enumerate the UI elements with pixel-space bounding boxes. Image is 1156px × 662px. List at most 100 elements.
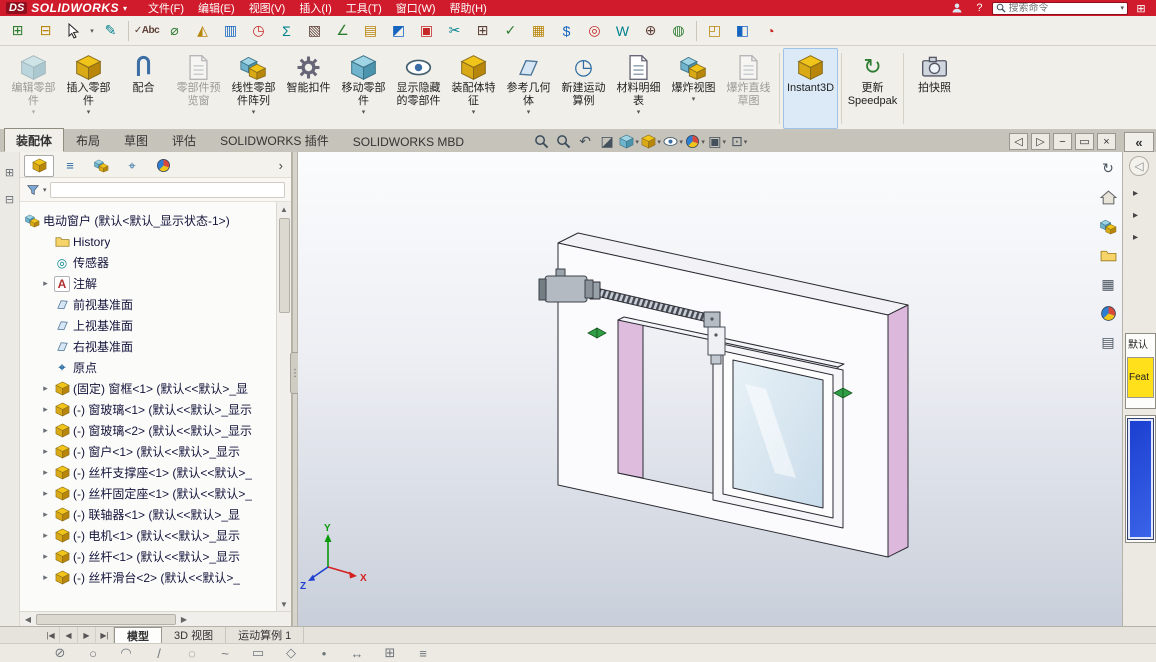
display-style-button[interactable]: ▾ [641, 132, 661, 151]
scrollbar-thumb[interactable] [278, 218, 290, 313]
tree-item-component[interactable]: ▸ (-) 联轴器<1> (默认<<默认>_显 [20, 504, 276, 525]
snap-polygon-icon[interactable]: ◇ [283, 645, 299, 661]
new-motion-study-button[interactable]: ◷ 新建运动算例 [556, 48, 611, 129]
expand-arrow-icon[interactable]: ▸ [40, 404, 51, 415]
split-line-icon[interactable]: ✂ [441, 19, 468, 43]
expand-arrow-icon[interactable]: ▸ [40, 425, 51, 436]
edit-appearance-button[interactable]: ▾ [685, 132, 705, 151]
edit-component-button[interactable]: 编辑零部件 ▾ [6, 48, 61, 129]
menu-view[interactable]: 视图(V) [242, 0, 293, 16]
snap-disable-icon[interactable]: ⊘ [52, 645, 68, 661]
home-icon[interactable] [1098, 187, 1118, 207]
help-icon[interactable]: ? [970, 2, 988, 14]
zoom-fit-button[interactable] [531, 132, 551, 151]
menu-insert[interactable]: 插入(I) [292, 0, 338, 16]
snap-line-icon[interactable]: / [151, 646, 167, 661]
edit-appearance-dropdown-icon[interactable]: ▾ [701, 138, 705, 146]
mass-properties-icon[interactable]: ◭ [189, 19, 216, 43]
menu-edit[interactable]: 编辑(E) [191, 0, 242, 16]
custom-properties-icon[interactable]: ▤ [1098, 332, 1118, 352]
design-checker-icon[interactable]: ▦ [525, 19, 552, 43]
edit-component-dropdown-icon[interactable]: ▾ [32, 108, 36, 117]
snap-dimension-icon[interactable]: ↔ [349, 646, 365, 661]
compare-documents-icon[interactable]: ⊞ [469, 19, 496, 43]
assembly-features-dropdown-icon[interactable]: ▾ [472, 108, 476, 117]
filter-input[interactable] [49, 181, 285, 198]
snap-center-icon[interactable]: ○ [85, 646, 101, 661]
zebra-stripes-icon[interactable]: ▤ [357, 19, 384, 43]
tab-sketch[interactable]: 草图 [112, 128, 160, 152]
snap-grid-icon[interactable]: ⊞ [382, 645, 398, 661]
tab-3d-views[interactable]: 3D 视图 [162, 627, 227, 643]
tree-item-front-plane[interactable]: 前视基准面 [20, 294, 276, 315]
thickness-analysis-icon[interactable]: ▣ [413, 19, 440, 43]
scroll-down-icon[interactable]: ▼ [280, 597, 288, 611]
menu-tools[interactable]: 工具(T) [339, 0, 389, 16]
take-snapshot-button[interactable]: 拍快照 [907, 48, 962, 129]
tab-model[interactable]: 模型 [114, 627, 162, 643]
apply-scene-dropdown-icon[interactable]: ▾ [722, 138, 726, 146]
menu-file[interactable]: 文件(F) [141, 0, 191, 16]
tree-item-component[interactable]: ▸ (-) 窗玻璃<2> (默认<<默认>_显示 [20, 420, 276, 441]
linear-pattern-button[interactable]: 线性零部件阵列 ▾ [226, 48, 281, 129]
section-properties-icon[interactable]: ▥ [217, 19, 244, 43]
doc-forward-button[interactable]: ▷ [1031, 133, 1050, 150]
view-palette-icon[interactable]: ▦ [1098, 274, 1118, 294]
preview-thumbnail[interactable] [1127, 418, 1154, 540]
flyout-chevron-icon[interactable]: ▸ [1133, 232, 1138, 243]
manager-tabs-more-icon[interactable]: › [273, 158, 289, 173]
flyout-chevron-icon[interactable]: ▸ [1133, 210, 1138, 221]
select-cursor-icon[interactable] [60, 19, 87, 43]
expand-arrow-icon[interactable]: ▸ [40, 488, 51, 499]
assembly-visualization-icon[interactable]: ◧ [729, 19, 756, 43]
performance-evaluation-icon[interactable]: ◷ [245, 19, 272, 43]
filter-dropdown-icon[interactable]: ▾ [43, 186, 47, 194]
tree-item-component[interactable]: ▸ (-) 窗户<1> (默认<<默认>_显示 [20, 441, 276, 462]
expand-arrow-icon[interactable]: ▸ [40, 572, 51, 583]
explode-line-sketch-button[interactable]: 爆炸直线草图 [721, 48, 776, 129]
tree-item-component[interactable]: ▸ (-) 丝杆支撑座<1> (默认<<默认>_ [20, 462, 276, 483]
login-icon[interactable] [948, 2, 966, 14]
sensors-icon[interactable]: ◎ [581, 19, 608, 43]
doc-minimize-button[interactable]: − [1053, 133, 1072, 150]
show-hidden-components-button[interactable]: 显示隐藏的零部件 [391, 48, 446, 129]
zoom-area-button[interactable] [553, 132, 573, 151]
tab-addins[interactable]: SOLIDWORKS 插件 [208, 128, 341, 152]
tab-mbd[interactable]: SOLIDWORKS MBD [341, 131, 476, 152]
single-view-icon[interactable]: ⊟ [32, 19, 59, 43]
interference-detection-icon[interactable]: ◰ [701, 19, 728, 43]
file-explorer-icon[interactable] [1098, 245, 1118, 265]
collapse-taskpane-button[interactable]: « [1124, 132, 1154, 152]
tab-scroll-right-icon[interactable]: ▶ [78, 627, 96, 643]
linear-pattern-dropdown-icon[interactable]: ▾ [252, 108, 256, 117]
scrollbar-thumb[interactable] [36, 613, 176, 625]
insert-components-button[interactable]: 插入零部件 ▾ [61, 48, 116, 129]
expand-arrow-icon[interactable]: ▸ [40, 467, 51, 478]
tab-scroll-last-icon[interactable]: ▶| [96, 627, 114, 643]
deviation-analysis-icon[interactable]: ∠ [329, 19, 356, 43]
draft-analysis-icon[interactable]: ◩ [385, 19, 412, 43]
search-scope-dropdown-icon[interactable]: ▾ [1120, 4, 1124, 12]
doc-close-button[interactable]: × [1097, 133, 1116, 150]
refresh-icon[interactable]: ↻ [1098, 158, 1118, 178]
measure-icon[interactable]: ⌀ [161, 19, 188, 43]
tree-item-top-plane[interactable]: 上视基准面 [20, 315, 276, 336]
tab-featuremanager[interactable] [24, 154, 54, 177]
insert-components-dropdown-icon[interactable]: ▾ [87, 108, 91, 117]
component-preview-button[interactable]: 零部件预览窗 [171, 48, 226, 129]
view-settings-dropdown-icon[interactable]: ▾ [744, 138, 748, 146]
smart-fasteners-button[interactable]: 智能扣件 [281, 48, 336, 129]
tree-item-sensors[interactable]: ◎ 传感器 [20, 252, 276, 273]
instant3d-button[interactable]: Instant3D [783, 48, 838, 129]
feature-button[interactable]: Feat [1127, 357, 1154, 398]
costing-icon[interactable]: $ [553, 19, 580, 43]
exploded-view-dropdown-icon[interactable]: ▾ [692, 95, 696, 104]
tab-evaluate[interactable]: 评估 [160, 128, 208, 152]
assembly-features-button[interactable]: 装配体特征 ▾ [446, 48, 501, 129]
hide-show-dropdown-icon[interactable]: ▾ [679, 138, 683, 146]
tab-propertymanager[interactable]: ≡ [55, 155, 85, 177]
tile-view-icon[interactable]: ⊞ [4, 19, 31, 43]
resources-grid-icon[interactable]: ⊞ [1132, 2, 1150, 15]
expand-arrow-icon[interactable]: ▸ [40, 278, 51, 289]
exploded-view-button[interactable]: 爆炸视图 ▾ [666, 48, 721, 129]
